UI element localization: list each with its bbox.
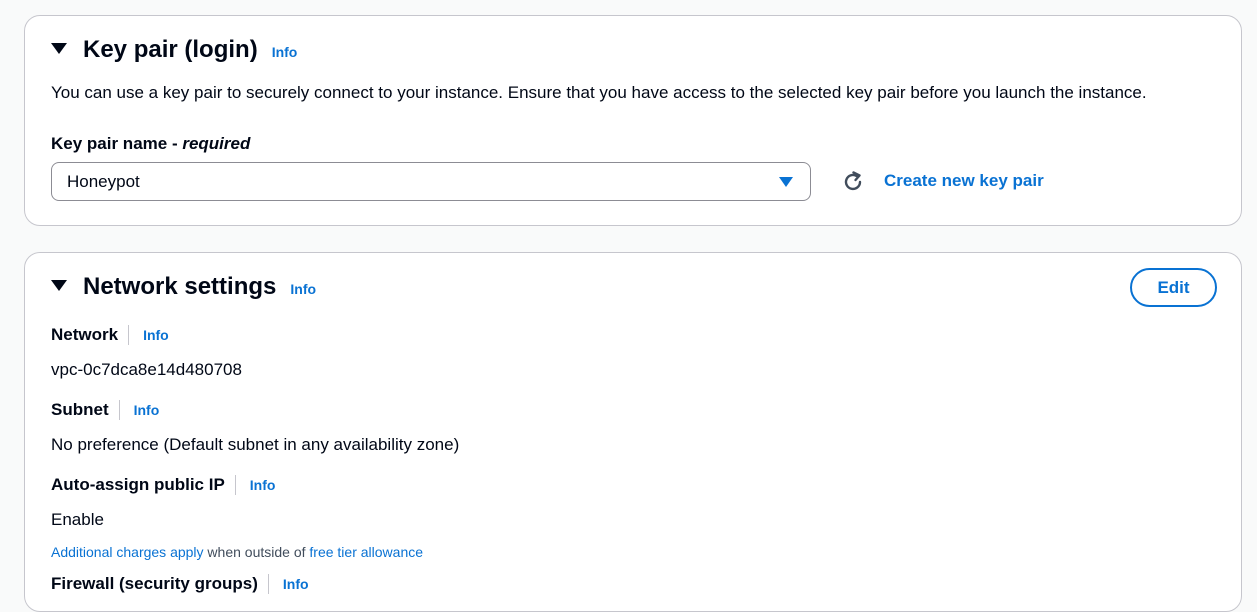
network-value: vpc-0c7dca8e14d480708 [51, 360, 242, 379]
key-pair-name-label-text: Key pair name - [51, 134, 183, 153]
divider [234, 475, 236, 495]
key-pair-info-link[interactable]: Info [272, 44, 298, 60]
charges-note: Additional charges apply when outside of… [51, 544, 423, 560]
network-info-link[interactable]: Info [143, 327, 169, 343]
divider [267, 574, 269, 594]
firewall-label: Firewall (security groups) Info [51, 574, 309, 594]
caret-down-icon[interactable] [51, 43, 67, 54]
public-ip-label-text: Auto-assign public IP [51, 475, 225, 494]
subnet-info-link[interactable]: Info [134, 402, 160, 418]
public-ip-info-link[interactable]: Info [250, 477, 276, 493]
create-key-pair-link[interactable]: Create new key pair [884, 171, 1044, 191]
key-pair-title: Key pair (login) [83, 36, 258, 63]
divider [118, 400, 120, 420]
refresh-icon[interactable] [841, 170, 865, 194]
public-ip-value: Enable [51, 510, 104, 529]
required-marker: required [182, 134, 251, 153]
subnet-value: No preference (Default subnet in any ava… [51, 435, 460, 454]
edit-button[interactable]: Edit [1130, 268, 1217, 307]
subnet-label: Subnet Info [51, 400, 159, 420]
key-pair-select[interactable]: Honeypot [51, 162, 811, 201]
firewall-label-text: Firewall (security groups) [51, 574, 258, 593]
free-tier-link[interactable]: free tier allowance [309, 544, 423, 560]
caret-down-icon[interactable] [51, 280, 67, 291]
network-label: Network Info [51, 325, 169, 345]
key-pair-description: You can use a key pair to securely conne… [51, 83, 1147, 102]
network-settings-title: Network settings [83, 273, 277, 300]
divider [128, 325, 130, 345]
public-ip-label: Auto-assign public IP Info [51, 475, 275, 495]
network-settings-panel: Network settings Info Edit Network Info … [24, 252, 1242, 612]
additional-charges-link[interactable]: Additional charges apply [51, 544, 204, 560]
network-settings-header[interactable]: Network settings Info [51, 273, 316, 301]
key-pair-selected-value: Honeypot [67, 171, 140, 191]
dropdown-arrow-icon [779, 177, 793, 187]
charges-note-text: when outside of [203, 544, 310, 560]
firewall-info-link[interactable]: Info [283, 576, 309, 592]
key-pair-panel: Key pair (login) Info You can use a key … [24, 15, 1242, 226]
key-pair-name-label: Key pair name - required [51, 134, 250, 154]
network-settings-info-link[interactable]: Info [290, 281, 316, 297]
subnet-label-text: Subnet [51, 400, 109, 419]
key-pair-header[interactable]: Key pair (login) Info [51, 36, 297, 64]
network-label-text: Network [51, 325, 119, 344]
